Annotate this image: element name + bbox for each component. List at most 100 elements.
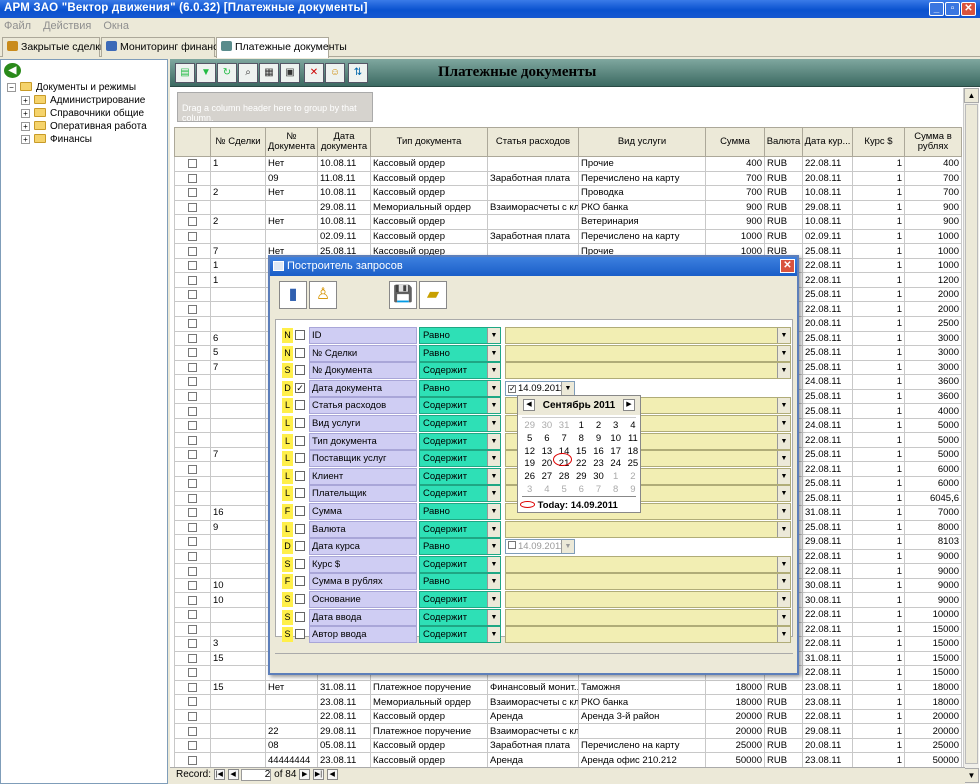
field-enable-checkbox[interactable] — [295, 576, 305, 587]
save-icon[interactable]: ▤ — [175, 63, 195, 83]
row-checkbox[interactable] — [188, 697, 197, 707]
field-enable-checkbox[interactable] — [295, 330, 305, 340]
window-title-bar[interactable]: АРМ ЗАО "Вектор движения" (6.0.32) [Плат… — [0, 0, 980, 18]
table-row[interactable]: 44444444 23.08.11 Кассовый ордер Аренда Арен… — [174, 752, 962, 768]
column-header[interactable]: Дата документа — [317, 127, 371, 157]
row-select[interactable] — [174, 752, 211, 768]
row-select[interactable] — [174, 694, 211, 710]
row-checkbox[interactable] — [188, 522, 197, 532]
field-value-select[interactable]: ▼ — [505, 327, 791, 344]
calendar-day[interactable]: 11 — [624, 433, 641, 444]
field-enable-checkbox[interactable] — [295, 506, 305, 516]
calendar-day[interactable]: 6 — [573, 484, 590, 495]
row-checkbox[interactable] — [188, 653, 197, 663]
menu-actions[interactable]: Действия — [43, 20, 91, 32]
calendar-day[interactable]: 4 — [538, 484, 555, 495]
field-date-picker[interactable]: ✓ 14.09.2011 ▼ — [505, 380, 575, 396]
field-value-select[interactable]: ▼ — [505, 520, 791, 538]
vertical-scrollbar[interactable]: ▲ ▼ — [963, 88, 979, 784]
chevron-down-icon[interactable]: ▼ — [487, 451, 500, 467]
user-icon[interactable]: ☺ — [325, 63, 345, 83]
maximize-button[interactable]: ▫ — [945, 2, 960, 16]
row-checkbox[interactable] — [188, 231, 197, 241]
column-header[interactable]: № Сделки — [210, 127, 266, 157]
column-header[interactable]: Валюта — [764, 127, 803, 157]
chevron-down-icon[interactable]: ▼ — [777, 433, 790, 449]
calendar-day[interactable]: 25 — [624, 458, 641, 469]
calendar-day[interactable]: 7 — [590, 484, 607, 495]
chevron-down-icon[interactable]: ▼ — [487, 556, 500, 572]
row-checkbox[interactable] — [188, 668, 197, 678]
scroll-left-icon[interactable]: ◀ — [326, 769, 338, 780]
tree-root[interactable]: − Документы и режимы — [7, 82, 136, 93]
chevron-down-icon[interactable]: ▼ — [487, 574, 500, 590]
next-month-icon[interactable]: ▶ — [623, 399, 635, 411]
row-select[interactable] — [174, 316, 211, 332]
field-value-select[interactable]: ▼ — [505, 344, 791, 362]
chevron-down-icon[interactable]: ▼ — [777, 592, 790, 607]
row-select[interactable] — [174, 708, 211, 725]
row-checkbox[interactable] — [188, 377, 197, 387]
calendar-day[interactable]: 9 — [624, 484, 641, 495]
table-row[interactable]: 2 Нет 10.08.11 Кассовый ордер Проводка 700 RUB… — [174, 185, 962, 201]
row-checkbox[interactable] — [188, 712, 197, 722]
calendar-day[interactable]: 5 — [555, 484, 572, 495]
row-checkbox[interactable] — [188, 319, 197, 329]
row-checkbox[interactable] — [188, 188, 197, 198]
field-enable-checkbox[interactable] — [295, 523, 305, 534]
calendar-day[interactable]: 8 — [607, 484, 624, 495]
row-select[interactable] — [174, 563, 211, 579]
field-operator-select[interactable]: Содержит ▼ — [419, 555, 501, 573]
row-select[interactable] — [174, 723, 211, 739]
chevron-down-icon[interactable]: ▼ — [777, 398, 790, 414]
table-row[interactable]: 23.08.11 Мемориальный ордер Взаиморасчеты … — [174, 694, 962, 710]
calendar-day[interactable]: 23 — [590, 458, 607, 469]
field-enable-checkbox[interactable] — [295, 365, 305, 376]
next-record-icon[interactable]: ▶ — [299, 769, 311, 780]
close-button[interactable]: ✕ — [961, 2, 976, 16]
row-checkbox[interactable] — [188, 639, 197, 649]
tree-item-administration[interactable]: + Администрирование — [21, 95, 145, 106]
row-select[interactable] — [174, 345, 211, 361]
chevron-down-icon[interactable]: ▼ — [487, 328, 500, 343]
row-select[interactable] — [174, 461, 211, 478]
field-enable-checkbox[interactable] — [295, 611, 305, 622]
scroll-up-icon[interactable]: ▲ — [964, 88, 979, 103]
row-checkbox[interactable] — [188, 173, 197, 183]
row-select[interactable] — [174, 228, 211, 245]
field-operator-select[interactable]: Равно ▼ — [419, 573, 501, 591]
filter-icon[interactable]: ▼ — [196, 63, 216, 83]
delete-icon[interactable]: ✕ — [304, 63, 324, 83]
chevron-down-icon[interactable]: ▼ — [487, 592, 500, 607]
field-value-select[interactable]: ▼ — [505, 626, 791, 644]
field-enable-checkbox[interactable] — [295, 488, 305, 499]
calendar-day[interactable]: 2 — [590, 420, 607, 431]
field-enable-checkbox[interactable] — [295, 594, 305, 604]
row-checkbox[interactable] — [188, 217, 197, 227]
field-enable-checkbox[interactable] — [295, 541, 305, 552]
table-row[interactable]: 09 11.08.11 Кассовый ордер Заработная плата… — [174, 170, 962, 187]
prev-month-icon[interactable]: ◀ — [523, 399, 535, 411]
tab-closed-deals[interactable]: Закрытые сделки — [2, 37, 106, 57]
row-select[interactable] — [174, 403, 211, 419]
row-checkbox[interactable] — [188, 493, 197, 503]
row-select[interactable] — [174, 505, 211, 521]
field-value-select[interactable]: ▼ — [505, 573, 791, 591]
chevron-down-icon[interactable]: ▼ — [487, 416, 500, 431]
row-checkbox[interactable] — [188, 435, 197, 445]
column-header[interactable]: Вид услуги — [578, 127, 706, 157]
row-select[interactable] — [174, 156, 211, 172]
user-icon[interactable]: ♙ — [309, 281, 337, 309]
calendar-day[interactable]: 29 — [521, 420, 538, 431]
field-enable-checkbox[interactable] — [295, 629, 305, 640]
tree-item-operations[interactable]: + Оперативная работа — [21, 121, 147, 132]
prev-record-icon[interactable]: ◀ — [227, 769, 239, 780]
chevron-down-icon[interactable]: ▼ — [487, 627, 500, 643]
back-arrow-icon[interactable]: ◀ — [4, 63, 21, 78]
field-operator-select[interactable]: Содержит ▼ — [419, 450, 501, 468]
row-checkbox[interactable] — [188, 581, 197, 591]
row-select[interactable] — [174, 374, 211, 390]
field-operator-select[interactable]: Содержит ▼ — [419, 626, 501, 644]
row-checkbox[interactable] — [188, 726, 197, 736]
dialog-close-button[interactable]: ✕ — [780, 259, 795, 273]
